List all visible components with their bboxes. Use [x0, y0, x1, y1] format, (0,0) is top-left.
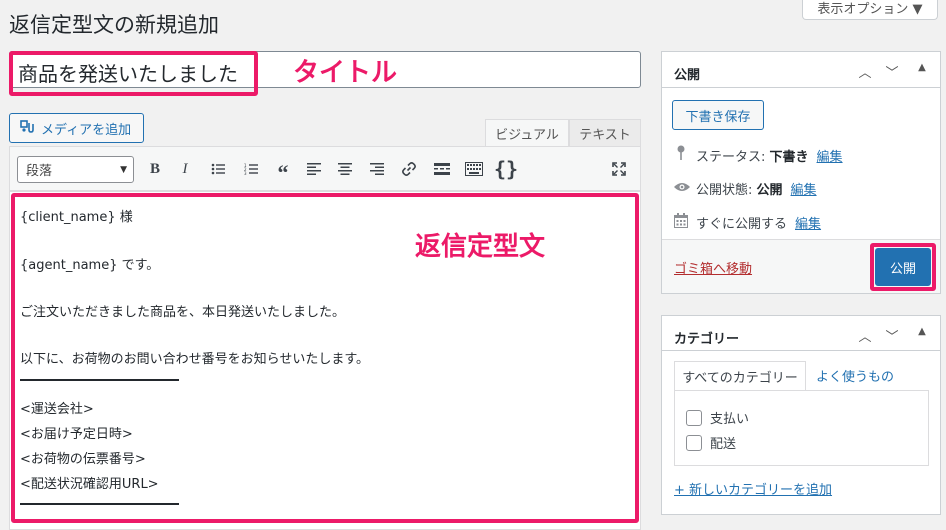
status-label: ステータス: — [696, 149, 766, 165]
status-row: ステータス: 下書き 編集 — [674, 145, 843, 165]
numbered-list-icon[interactable]: 123 — [239, 157, 263, 181]
visibility-value: 公開 — [756, 183, 783, 198]
italic-button[interactable]: I — [173, 157, 197, 181]
collapse-triangle-icon[interactable]: ▲ — [912, 326, 932, 337]
category-panel-title: カテゴリー — [674, 332, 740, 347]
read-more-icon[interactable] — [430, 157, 454, 181]
format-select[interactable]: 段落 ▼ — [17, 156, 134, 183]
pin-icon — [674, 145, 688, 165]
annotation-content-label: 返信定型文 — [415, 232, 546, 262]
category-item[interactable]: 支払い — [686, 408, 749, 427]
page-title: 返信定型文の新規追加 — [9, 13, 219, 37]
add-media-label: メディアを追加 — [41, 122, 132, 138]
chevron-down-icon[interactable]: ﹀ — [882, 326, 902, 345]
title-highlight-box — [9, 51, 258, 96]
schedule-label: すぐに公開する — [696, 217, 788, 232]
visibility-row: 公開状態: 公開 編集 — [674, 179, 817, 198]
chevron-up-icon[interactable]: ︿ — [855, 62, 875, 81]
tab-popular-categories[interactable]: よく使うもの — [816, 366, 894, 385]
media-icon — [20, 119, 36, 137]
add-new-category-link[interactable]: + 新しいカテゴリーを追加 — [674, 479, 832, 498]
bold-button[interactable]: B — [143, 157, 167, 181]
calendar-icon — [674, 213, 688, 232]
bullet-list-icon[interactable] — [206, 157, 230, 181]
save-draft-button[interactable]: 下書き保存 — [672, 100, 764, 130]
visibility-label: 公開状態: — [696, 183, 753, 198]
eye-icon — [674, 181, 690, 196]
blockquote-button[interactable]: “ — [271, 157, 295, 185]
add-media-button[interactable]: メディアを追加 — [9, 113, 144, 143]
align-right-icon[interactable] — [365, 157, 389, 181]
chevron-down-icon: ▼ — [120, 164, 127, 175]
code-button[interactable]: {} — [494, 157, 518, 181]
edit-visibility-link[interactable]: 編集 — [791, 179, 817, 198]
tab-visual[interactable]: ビジュアル — [485, 119, 569, 147]
category-checklist — [674, 390, 929, 466]
category-item[interactable]: 配送 — [686, 433, 736, 452]
category-label: 配送 — [710, 437, 737, 452]
divider — [662, 87, 940, 88]
edit-schedule-link[interactable]: 編集 — [795, 213, 821, 232]
fullscreen-icon[interactable] — [607, 157, 631, 181]
collapse-triangle-icon[interactable]: ▲ — [912, 62, 932, 73]
category-checkbox[interactable] — [686, 409, 702, 426]
chevron-up-icon[interactable]: ︿ — [855, 326, 875, 345]
publish-panel-title: 公開 — [674, 68, 701, 83]
link-icon[interactable] — [397, 157, 421, 181]
edit-status-link[interactable]: 編集 — [817, 146, 843, 165]
toolbar-toggle-icon[interactable] — [462, 157, 486, 181]
category-label: 支払い — [710, 412, 750, 427]
chevron-down-icon[interactable]: ﹀ — [882, 62, 902, 81]
tab-all-categories[interactable]: すべてのカテゴリー — [674, 361, 806, 391]
divider — [662, 350, 940, 351]
schedule-row: すぐに公開する 編集 — [674, 213, 821, 232]
status-value: 下書き — [769, 149, 809, 165]
align-left-icon[interactable] — [302, 157, 326, 181]
format-select-value: 段落 — [26, 164, 53, 179]
screen-options-button[interactable]: 表示オプション ▼ — [802, 0, 938, 20]
svg-text:3: 3 — [244, 171, 247, 175]
move-to-trash-link[interactable]: ゴミ箱へ移動 — [674, 258, 752, 277]
tab-text[interactable]: テキスト — [569, 119, 641, 147]
category-checkbox[interactable] — [686, 434, 702, 451]
align-center-icon[interactable] — [333, 157, 357, 181]
publish-highlight-box — [870, 243, 936, 291]
annotation-title-label: タイトル — [293, 58, 398, 88]
